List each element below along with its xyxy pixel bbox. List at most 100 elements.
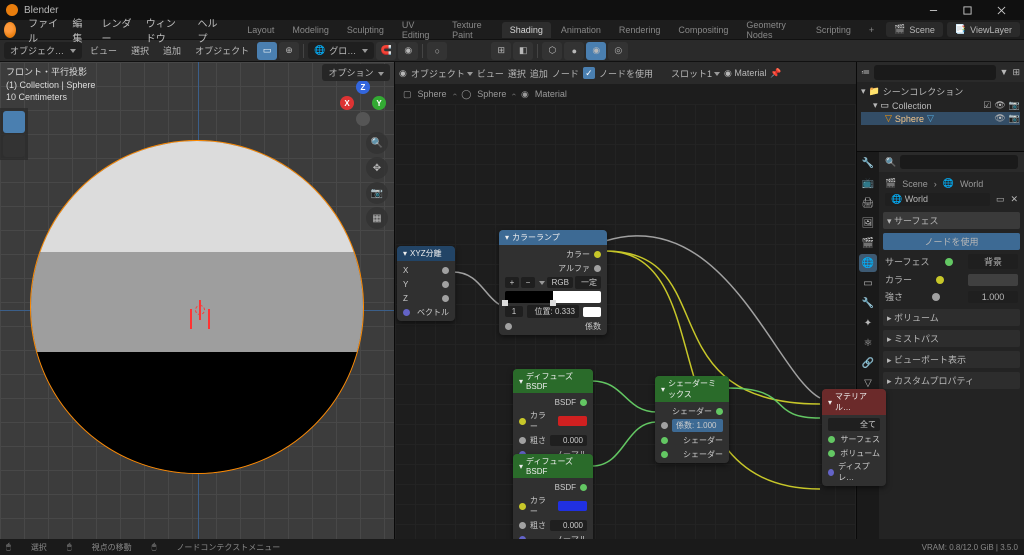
socket-z-out[interactable] — [442, 295, 449, 302]
node-header-sepxyz[interactable]: ▾ XYZ分離 — [397, 246, 455, 261]
tab-scene-icon[interactable]: 🎬 — [859, 234, 877, 252]
diffuse2-out-socket[interactable] — [580, 484, 587, 491]
mix-fac-socket[interactable] — [661, 422, 668, 429]
tab-constraint-icon[interactable]: 🔗 — [859, 354, 877, 372]
workspace-tab-rendering[interactable]: Rendering — [611, 22, 669, 38]
node-header-diffuse1[interactable]: ▾ ディフューズBSDF — [513, 369, 593, 393]
vp-menu-object[interactable]: オブジェクト — [189, 42, 255, 59]
node-mix-shader[interactable]: ▾ シェーダーミックス シェーダー 係数: 1.000 シェーダー シェーダー — [655, 376, 729, 463]
shading-material-icon[interactable]: ◉ — [586, 42, 606, 60]
gizmo-z-axis[interactable]: Z — [356, 80, 370, 94]
editor-type-icon[interactable]: ◉ — [399, 68, 407, 79]
tab-particle-icon[interactable]: ✦ — [859, 314, 877, 332]
node-header-output[interactable]: ▾ マテリアル… — [822, 389, 886, 415]
render-icon[interactable]: 📷 — [1009, 100, 1020, 111]
node-menu-view[interactable]: ビュー — [477, 67, 504, 80]
new-world-button[interactable]: ▭ — [996, 194, 1005, 205]
output-surface-socket[interactable] — [828, 436, 835, 443]
tool-cursor[interactable] — [3, 135, 25, 157]
use-nodes-checkbox[interactable]: ✓ — [583, 67, 595, 79]
workspace-tab-sculpting[interactable]: Sculpting — [339, 22, 392, 38]
pan-icon[interactable]: ✥ — [366, 157, 388, 179]
ramp-stop-0[interactable] — [502, 300, 508, 306]
close-button[interactable] — [984, 0, 1018, 20]
viewport-display-panel-header[interactable]: ▸ ビューポート表示 — [883, 351, 1020, 368]
tab-output-icon[interactable]: 🖨 — [859, 194, 877, 212]
node-separate-xyz[interactable]: ▾ XYZ分離 X Y Z ベクトル — [397, 246, 455, 321]
mix-out-socket[interactable] — [716, 408, 723, 415]
navigation-gizmo[interactable]: X Y Z — [340, 80, 386, 126]
breadcrumb-object[interactable]: Sphere — [418, 89, 447, 99]
node-header-diffuse2[interactable]: ▾ ディフューズBSDF — [513, 454, 593, 478]
maximize-button[interactable] — [950, 0, 984, 20]
breadcrumb-material[interactable]: Material — [535, 89, 567, 99]
workspace-tab-shading[interactable]: Shading — [502, 22, 551, 38]
outliner-new-collection-icon[interactable]: ⊞ — [1012, 67, 1020, 78]
diffuse2-rough-socket[interactable] — [519, 522, 526, 529]
slot-dropdown[interactable]: スロット1 — [671, 67, 720, 80]
node-menu-add[interactable]: 追加 — [530, 67, 548, 80]
outliner-object-sphere[interactable]: ▽ Sphere ▽ 👁 📷 — [861, 112, 1020, 125]
breadcrumb-data[interactable]: Sphere — [477, 89, 506, 99]
render-icon[interactable]: 📷 — [1009, 113, 1020, 124]
mistpass-panel-header[interactable]: ▸ ミストパス — [883, 330, 1020, 347]
ramp-fac-in-socket[interactable] — [505, 323, 512, 330]
breadcrumb-scene[interactable]: Scene — [902, 179, 928, 189]
shading-solid-icon[interactable]: ● — [564, 42, 584, 60]
scene-selector[interactable]: 🎬 Scene — [886, 22, 943, 37]
ramp-out-alpha-socket[interactable] — [594, 265, 601, 272]
mode-dropdown[interactable]: オブジェク… — [4, 42, 82, 59]
ramp-interp-dropdown[interactable]: 一定 — [575, 276, 601, 289]
surface-panel-header[interactable]: ▾ サーフェス — [883, 212, 1020, 229]
tab-world-icon[interactable]: 🌐 — [859, 254, 877, 272]
diffuse2-color-socket[interactable] — [519, 503, 526, 510]
socket-y-out[interactable] — [442, 281, 449, 288]
outliner-scene-collection[interactable]: ▾📁 シーンコレクション — [861, 84, 1020, 99]
shading-rendered-icon[interactable]: ◎ — [608, 42, 628, 60]
diffuse1-rough-socket[interactable] — [519, 437, 526, 444]
orientation-dropdown[interactable]: 🌐 グロ… — [308, 42, 374, 59]
overlay-toggle-icon[interactable]: ⊞ — [491, 42, 511, 60]
proportional-icon[interactable]: ○ — [427, 42, 447, 60]
ramp-out-color-socket[interactable] — [594, 251, 601, 258]
tab-object-icon[interactable]: ▭ — [859, 274, 877, 292]
diffuse1-out-socket[interactable] — [580, 399, 587, 406]
material-dropdown[interactable]: ◉ Material — [724, 68, 766, 79]
mix-in2-socket[interactable] — [661, 451, 668, 458]
tab-modifier-icon[interactable]: 🔧 — [859, 294, 877, 312]
socket-vector-in[interactable] — [403, 309, 410, 316]
node-material-output[interactable]: ▾ マテリアル… 全て サーフェス ボリューム ディスプレ… — [822, 389, 886, 486]
tab-render-icon[interactable]: 📺 — [859, 174, 877, 192]
workspace-tab-modeling[interactable]: Modeling — [284, 22, 337, 38]
outliner-search-input[interactable] — [874, 65, 996, 80]
breadcrumb-world[interactable]: World — [960, 179, 983, 189]
tab-physics-icon[interactable]: ⚛ — [859, 334, 877, 352]
gizmo-x-axis[interactable]: X — [340, 96, 354, 110]
node-color-ramp[interactable]: ▾ カラーランプ カラー アルファ + − RGB 一定 — [499, 230, 607, 335]
node-header-mix[interactable]: ▾ シェーダーミックス — [655, 376, 729, 402]
ramp-mode-dropdown[interactable]: RGB — [547, 277, 573, 288]
mix-fac-field[interactable]: 係数: 1.000 — [672, 419, 723, 432]
workspace-tab-compositing[interactable]: Compositing — [670, 22, 736, 38]
gizmo-neg-axis[interactable] — [356, 112, 370, 126]
workspace-tab-scripting[interactable]: Scripting — [808, 22, 859, 38]
strength-field[interactable]: 1.000 — [968, 291, 1018, 303]
cursor-mode-icon[interactable]: ⊕ — [279, 42, 299, 60]
snap-magnet-icon[interactable]: 🧲 — [376, 42, 396, 60]
workspace-add-button[interactable]: + — [861, 22, 882, 38]
workspace-tab-geometrynodes[interactable]: Geometry Nodes — [738, 17, 805, 43]
node-diffuse-2[interactable]: ▾ ディフューズBSDF BSDF カラー 粗さ0.000 ノーマル — [513, 454, 593, 548]
3d-viewport[interactable]: フロント・平行投影 (1) Collection | Sphere 10 Cen… — [0, 62, 394, 539]
output-volume-socket[interactable] — [828, 450, 835, 457]
unlink-world-button[interactable]: ✕ — [1010, 194, 1018, 205]
props-search-input[interactable] — [900, 155, 1018, 169]
workspace-tab-animation[interactable]: Animation — [553, 22, 609, 38]
eye-icon[interactable]: 👁 — [994, 113, 1005, 124]
ramp-color-swatch[interactable] — [583, 307, 601, 317]
zoom-icon[interactable]: 🔍 — [366, 132, 388, 154]
ramp-add-button[interactable]: + — [505, 277, 519, 288]
workspace-tab-layout[interactable]: Layout — [239, 22, 282, 38]
diffuse2-rough-field[interactable]: 0.000 — [550, 520, 587, 531]
exclude-checkbox[interactable]: ☑ — [983, 100, 991, 111]
perspective-icon[interactable]: ▦ — [366, 207, 388, 229]
